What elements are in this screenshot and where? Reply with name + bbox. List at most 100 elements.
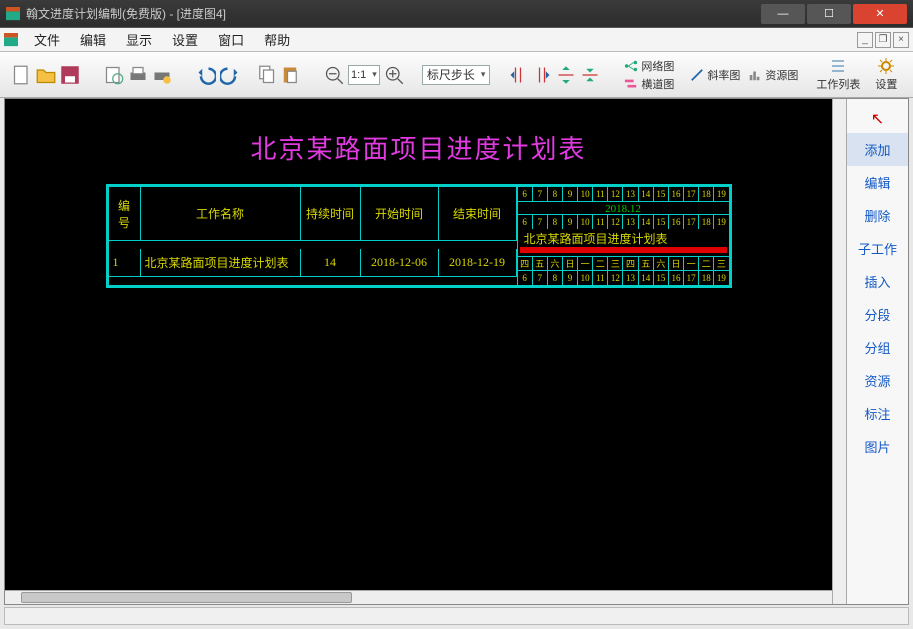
expand-vert-icon[interactable] [556,65,576,85]
vertical-scrollbar[interactable] [832,99,846,604]
printer-settings-icon[interactable] [152,65,172,85]
cross-view-label: 横道图 [641,76,674,92]
tick: 9 [563,187,578,201]
col-id: 编号 [109,187,141,241]
timeline-weekdays: 四五六日一二三四五六日一二三 [518,257,729,271]
workspace: 北京某路面项目进度计划表 编号 工作名称 持续时间 开始时间 结束时间 1 北京… [4,98,909,605]
side-item-9[interactable]: 图片 [847,430,908,463]
titlebar: 翰文进度计划编制(免费版) - [进度图4] — ☐ ✕ [0,0,913,28]
res-view-button[interactable]: 资源图 [748,67,798,83]
mdi-close-button[interactable]: × [893,32,909,48]
redo-icon[interactable] [220,65,240,85]
scrollbar-thumb[interactable] [21,592,352,603]
canvas[interactable]: 北京某路面项目进度计划表 编号 工作名称 持续时间 开始时间 结束时间 1 北京… [5,99,832,590]
table-row-start[interactable]: 2018-12-06 [361,249,439,277]
window-maximize-button[interactable]: ☐ [807,4,851,24]
ruler-step-combo[interactable]: 标尺步长▾ [422,65,491,85]
tick: 18 [699,187,714,201]
side-item-8[interactable]: 标注 [847,397,908,430]
side-item-3[interactable]: 子工作 [847,232,908,265]
tick: 六 [654,257,669,271]
side-panel: ↖ 添加编辑删除子工作插入分段分组资源标注图片 [846,99,908,604]
mdi-restore-button[interactable]: ❐ [875,32,891,48]
print-preview-icon[interactable] [104,65,124,85]
side-item-5[interactable]: 分段 [847,298,908,331]
expand-right-icon[interactable] [532,65,552,85]
side-item-2[interactable]: 删除 [847,199,908,232]
menu-file[interactable]: 文件 [24,30,70,49]
tick: 六 [548,257,563,271]
tick: 日 [563,257,578,271]
tick: 12 [608,271,623,285]
tick: 二 [593,257,608,271]
gantt-bar[interactable] [520,247,727,253]
tick: 16 [669,187,684,201]
tick: 12 [608,187,623,201]
tick: 18 [699,215,714,229]
app-icon-small [4,33,18,47]
menu-view[interactable]: 显示 [116,30,162,49]
net-view-button[interactable]: 网络图 [624,58,674,74]
menu-window[interactable]: 窗口 [208,30,254,49]
chart-title: 北京某路面项目进度计划表 [5,99,832,184]
tick: 7 [533,187,548,201]
cross-view-button[interactable]: 横道图 [624,76,674,92]
side-item-1[interactable]: 编辑 [847,166,908,199]
side-item-6[interactable]: 分组 [847,331,908,364]
side-item-4[interactable]: 插入 [847,265,908,298]
table-row-name[interactable]: 北京某路面项目进度计划表 [141,249,301,277]
tick: 11 [593,215,608,229]
col-start: 开始时间 [361,187,439,241]
shrink-left-icon[interactable] [508,65,528,85]
copy-icon[interactable] [256,65,276,85]
tick: 五 [639,257,654,271]
menu-edit[interactable]: 编辑 [70,30,116,49]
chart-table: 编号 工作名称 持续时间 开始时间 结束时间 1 北京某路面项目进度计划表 14… [106,184,732,288]
table-right-timeline: 678910111213141516171819 2018.12 6789101… [517,187,729,285]
tick: 15 [654,271,669,285]
window-close-button[interactable]: ✕ [853,4,907,24]
res-view-label: 资源图 [765,67,798,83]
new-icon[interactable] [12,65,32,85]
work-list-button[interactable]: 工作列表 [816,57,860,92]
settings-button[interactable]: 设置 [864,57,908,92]
table-row-duration[interactable]: 14 [301,249,361,277]
tick: 7 [533,271,548,285]
tick: 19 [714,271,728,285]
tick: 11 [593,187,608,201]
pointer-tool-icon[interactable]: ↖ [847,105,908,133]
menu-settings[interactable]: 设置 [162,30,208,49]
zoom-in-icon[interactable] [384,65,404,85]
save-icon[interactable] [60,65,80,85]
list-icon [829,57,847,75]
mdi-minimize-button[interactable]: _ [857,32,873,48]
tick: 17 [684,187,699,201]
menubar: 文件 编辑 显示 设置 窗口 帮助 _ ❐ × [0,28,913,52]
gantt-row[interactable]: 北京某路面项目进度计划表 [518,229,729,257]
slope-view-button[interactable]: 斜率图 [690,67,740,83]
table-row-id[interactable]: 1 [109,249,141,277]
paste-icon[interactable] [280,65,300,85]
undo-icon[interactable] [196,65,216,85]
table-row-end[interactable]: 2018-12-19 [439,249,517,277]
open-icon[interactable] [36,65,56,85]
tick: 10 [578,271,593,285]
tick: 12 [608,215,623,229]
net-view-label: 网络图 [641,58,674,74]
horizontal-scrollbar[interactable] [5,590,832,604]
zoom-1to1-button[interactable]: 1:1▾ [348,65,380,85]
shrink-vert-icon[interactable] [580,65,600,85]
window-minimize-button[interactable]: — [761,4,805,24]
menu-help[interactable]: 帮助 [254,30,300,49]
tick: 8 [548,215,563,229]
tick: 18 [699,271,714,285]
side-item-0[interactable]: 添加 [847,133,908,166]
print-icon[interactable] [128,65,148,85]
statusbar [4,607,909,625]
tick: 16 [669,215,684,229]
zoom-out-icon[interactable] [324,65,344,85]
tick: 13 [623,215,638,229]
tick: 6 [518,215,533,229]
side-item-7[interactable]: 资源 [847,364,908,397]
col-name: 工作名称 [141,187,301,241]
